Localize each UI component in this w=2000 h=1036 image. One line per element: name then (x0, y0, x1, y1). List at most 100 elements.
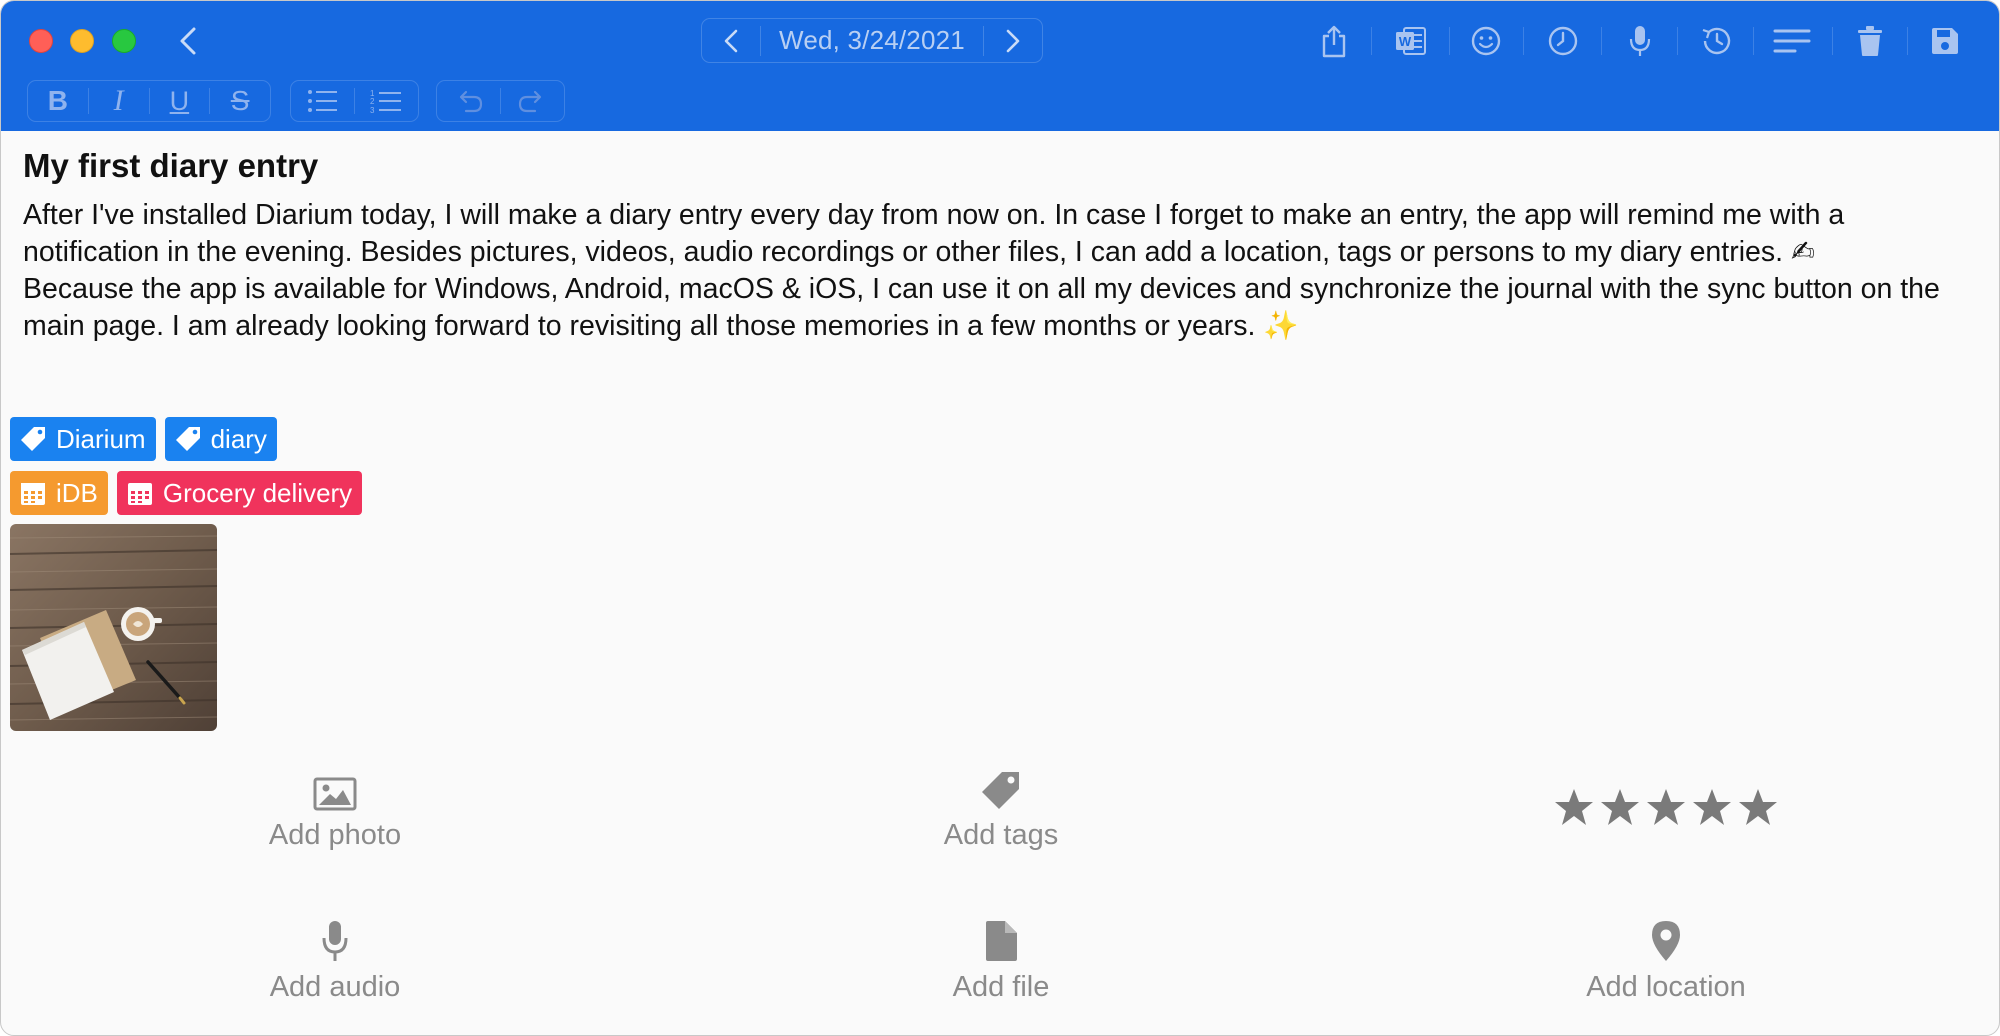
previous-day-button[interactable] (702, 18, 760, 63)
entry-paragraph: After I've installed Diarium today, I wi… (23, 199, 1845, 268)
word-export-icon: W (1396, 27, 1426, 55)
tag-chip[interactable]: Diarium (10, 417, 156, 461)
add-photo-button[interactable]: Add photo (185, 765, 485, 852)
calendar-icon (125, 478, 155, 508)
calendar-icon (18, 478, 48, 508)
text-align-icon (1773, 29, 1811, 53)
tag-label: diary (210, 423, 267, 454)
emoji-icon (1471, 26, 1501, 56)
diary-window: Wed, 3/24/2021 W B I U S 1 2 3 My first … (0, 0, 2000, 1036)
bulleted-list-icon (307, 90, 337, 112)
divider (1753, 27, 1754, 55)
zoom-window-button[interactable] (112, 29, 136, 53)
star-icon[interactable] (1645, 787, 1687, 827)
image-icon (313, 777, 357, 811)
tag-icon (173, 424, 203, 454)
bulleted-list-button[interactable] (291, 81, 354, 121)
bold-label: B (47, 85, 68, 116)
text-options-button[interactable] (1770, 19, 1814, 63)
add-location-button[interactable]: Add location (1516, 917, 1816, 1004)
history-icon (1702, 27, 1731, 55)
back-button[interactable] (173, 23, 203, 59)
titlebar: Wed, 3/24/2021 W B I U S 1 2 3 (1, 1, 1999, 131)
svg-text:W: W (1399, 34, 1412, 49)
microphone-icon (322, 921, 348, 961)
underline-label: U (169, 85, 190, 116)
chevron-left-icon (180, 27, 196, 55)
tag-list: Diarium diary (10, 417, 277, 461)
history-edit-group (436, 80, 565, 122)
save-icon (1932, 28, 1958, 54)
entry-paragraph: Because the app is available for Windows… (23, 273, 1940, 342)
export-word-button[interactable]: W (1389, 19, 1433, 63)
save-entry-button[interactable] (1923, 19, 1967, 63)
event-label: iDB (56, 477, 98, 508)
strikethrough-button[interactable]: S (210, 81, 270, 121)
italic-button[interactable]: I (89, 81, 149, 121)
numbered-list-icon: 1 2 3 (370, 89, 402, 114)
share-icon (1322, 25, 1346, 58)
numbered-list-button[interactable]: 1 2 3 (355, 81, 418, 121)
file-icon (986, 921, 1017, 961)
history-button[interactable] (1694, 19, 1738, 63)
divider (1677, 27, 1678, 55)
divider (1601, 27, 1602, 55)
event-chip[interactable]: iDB (10, 471, 108, 515)
italic-label: I (113, 84, 124, 117)
star-icon[interactable] (1691, 787, 1733, 827)
entry-content: My first diary entry After I've installe… (1, 131, 1999, 1035)
dictation-button[interactable] (1618, 19, 1662, 63)
tag-icon (982, 772, 1019, 809)
time-button[interactable] (1541, 19, 1585, 63)
clock-icon (1548, 26, 1578, 56)
next-day-button[interactable] (984, 18, 1042, 63)
chevron-left-icon (724, 29, 738, 52)
location-pin-icon (1652, 921, 1680, 961)
trash-icon (1858, 26, 1882, 56)
tag-label: Diarium (56, 423, 146, 454)
date-navigator: Wed, 3/24/2021 (701, 18, 1043, 63)
photo-image (10, 524, 217, 731)
svg-text:3: 3 (370, 106, 375, 114)
close-window-button[interactable] (29, 29, 53, 53)
star-icon[interactable] (1553, 787, 1595, 827)
divider (1371, 27, 1372, 55)
current-date[interactable]: Wed, 3/24/2021 (761, 25, 983, 56)
delete-entry-button[interactable] (1848, 19, 1892, 63)
add-file-button[interactable]: Add file (851, 917, 1151, 1004)
mood-button[interactable] (1464, 19, 1508, 63)
event-label: Grocery delivery (162, 477, 353, 508)
divider (1907, 27, 1908, 55)
divider (1449, 27, 1450, 55)
add-tags-button[interactable]: Add tags (851, 765, 1151, 852)
star-icon[interactable] (1599, 787, 1641, 827)
undo-button[interactable] (437, 81, 500, 121)
entry-title[interactable]: My first diary entry (23, 147, 318, 185)
chevron-right-icon (1006, 29, 1020, 52)
attached-photo[interactable] (10, 524, 217, 731)
underline-button[interactable]: U (150, 81, 210, 121)
event-list: iDB Grocery delivery (10, 471, 363, 515)
share-button[interactable] (1312, 19, 1356, 63)
text-format-group: B I U S (27, 80, 271, 122)
tag-chip[interactable]: diary (164, 417, 277, 461)
strikethrough-label: S (230, 85, 250, 116)
redo-button[interactable] (501, 81, 564, 121)
divider (1523, 27, 1524, 55)
divider (1832, 27, 1833, 55)
rating-stars[interactable] (1553, 787, 1779, 827)
minimize-window-button[interactable] (70, 29, 94, 53)
add-photo-label: Add photo (268, 819, 402, 851)
event-chip[interactable]: Grocery delivery (116, 471, 363, 515)
add-tags-label: Add tags (943, 819, 1059, 851)
add-audio-label: Add audio (269, 971, 401, 1003)
svg-text:2: 2 (370, 97, 375, 106)
entry-body-editor[interactable]: After I've installed Diarium today, I wi… (23, 197, 1983, 345)
add-location-label: Add location (1586, 971, 1746, 1003)
add-file-label: Add file (952, 971, 1050, 1003)
list-format-group: 1 2 3 (290, 80, 419, 122)
add-audio-button[interactable]: Add audio (185, 917, 485, 1004)
bold-button[interactable]: B (28, 81, 88, 121)
star-icon[interactable] (1737, 787, 1779, 827)
undo-icon (459, 90, 482, 113)
